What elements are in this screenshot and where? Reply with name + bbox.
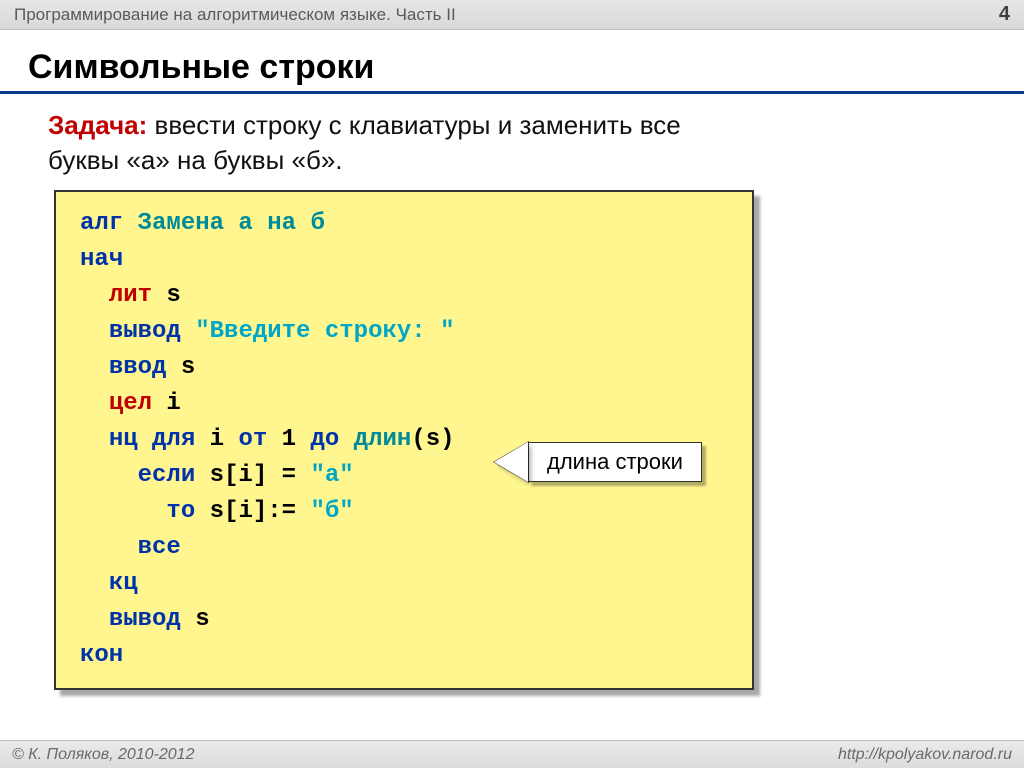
- header-title: Программирование на алгоритмическом язык…: [14, 5, 456, 25]
- code-var-s: s: [152, 282, 181, 309]
- code-kw-ot: от: [238, 426, 267, 453]
- code-assign: s[i]:=: [195, 498, 310, 525]
- code-kw-esli: если: [138, 462, 196, 489]
- code-kw-cel: цел: [109, 390, 152, 417]
- code-var-s3: s: [181, 606, 210, 633]
- code-alg-name: Замена а на б: [138, 210, 325, 237]
- footer-url: http://kpolyakov.narod.ru: [838, 746, 1012, 764]
- callout: длина строки: [494, 442, 702, 482]
- code-str-prompt: "Введите строку: ": [195, 318, 454, 345]
- code-fn-dlin: длин: [354, 426, 412, 453]
- code-1: 1: [267, 426, 310, 453]
- code-kw-kon: кон: [80, 642, 123, 669]
- code-sp: [339, 426, 353, 453]
- code-kw-vyvod1: вывод: [109, 318, 195, 345]
- task-text-2: буквы «а» на буквы «б».: [48, 145, 343, 175]
- code-kw-vse: все: [138, 534, 181, 561]
- callout-arrow-icon: [494, 442, 528, 482]
- slide-footer: © К. Поляков, 2010-2012 http://kpolyakov…: [0, 740, 1024, 768]
- code-var-i: i: [152, 390, 181, 417]
- code-str-a: "а": [310, 462, 353, 489]
- task-statement: Задача: ввести строку с клавиатуры и зам…: [0, 108, 1024, 190]
- code-kw-nc-dlya: нц для: [109, 426, 195, 453]
- code-i: i: [195, 426, 238, 453]
- code-expr-si: s[i] =: [195, 462, 310, 489]
- slide-title: Символьные строки: [0, 30, 1024, 94]
- code-var-s2: s: [166, 354, 195, 381]
- task-text-1: ввести строку с клавиатуры и заменить вс…: [147, 110, 680, 140]
- code-kw-vyvod2: вывод: [109, 606, 181, 633]
- code-kw-kc: кц: [109, 570, 138, 597]
- page-number: 4: [999, 3, 1010, 26]
- code-args: (s): [411, 426, 454, 453]
- code-kw-vvod: ввод: [109, 354, 167, 381]
- copyright: © К. Поляков, 2010-2012: [12, 746, 194, 764]
- code-kw-do: до: [310, 426, 339, 453]
- task-label: Задача:: [48, 110, 147, 140]
- code-block: алг Замена а на б нач лит s вывод "Введи…: [54, 190, 754, 690]
- code-str-b: "б": [310, 498, 353, 525]
- code-block-wrap: алг Замена а на б нач лит s вывод "Введи…: [54, 190, 754, 690]
- slide-header: Программирование на алгоритмическом язык…: [0, 0, 1024, 30]
- code-kw-to: то: [166, 498, 195, 525]
- code-kw-alg: алг: [80, 210, 138, 237]
- callout-label: длина строки: [528, 442, 702, 482]
- code-kw-lit: лит: [109, 282, 152, 309]
- code-kw-nach: нач: [80, 246, 123, 273]
